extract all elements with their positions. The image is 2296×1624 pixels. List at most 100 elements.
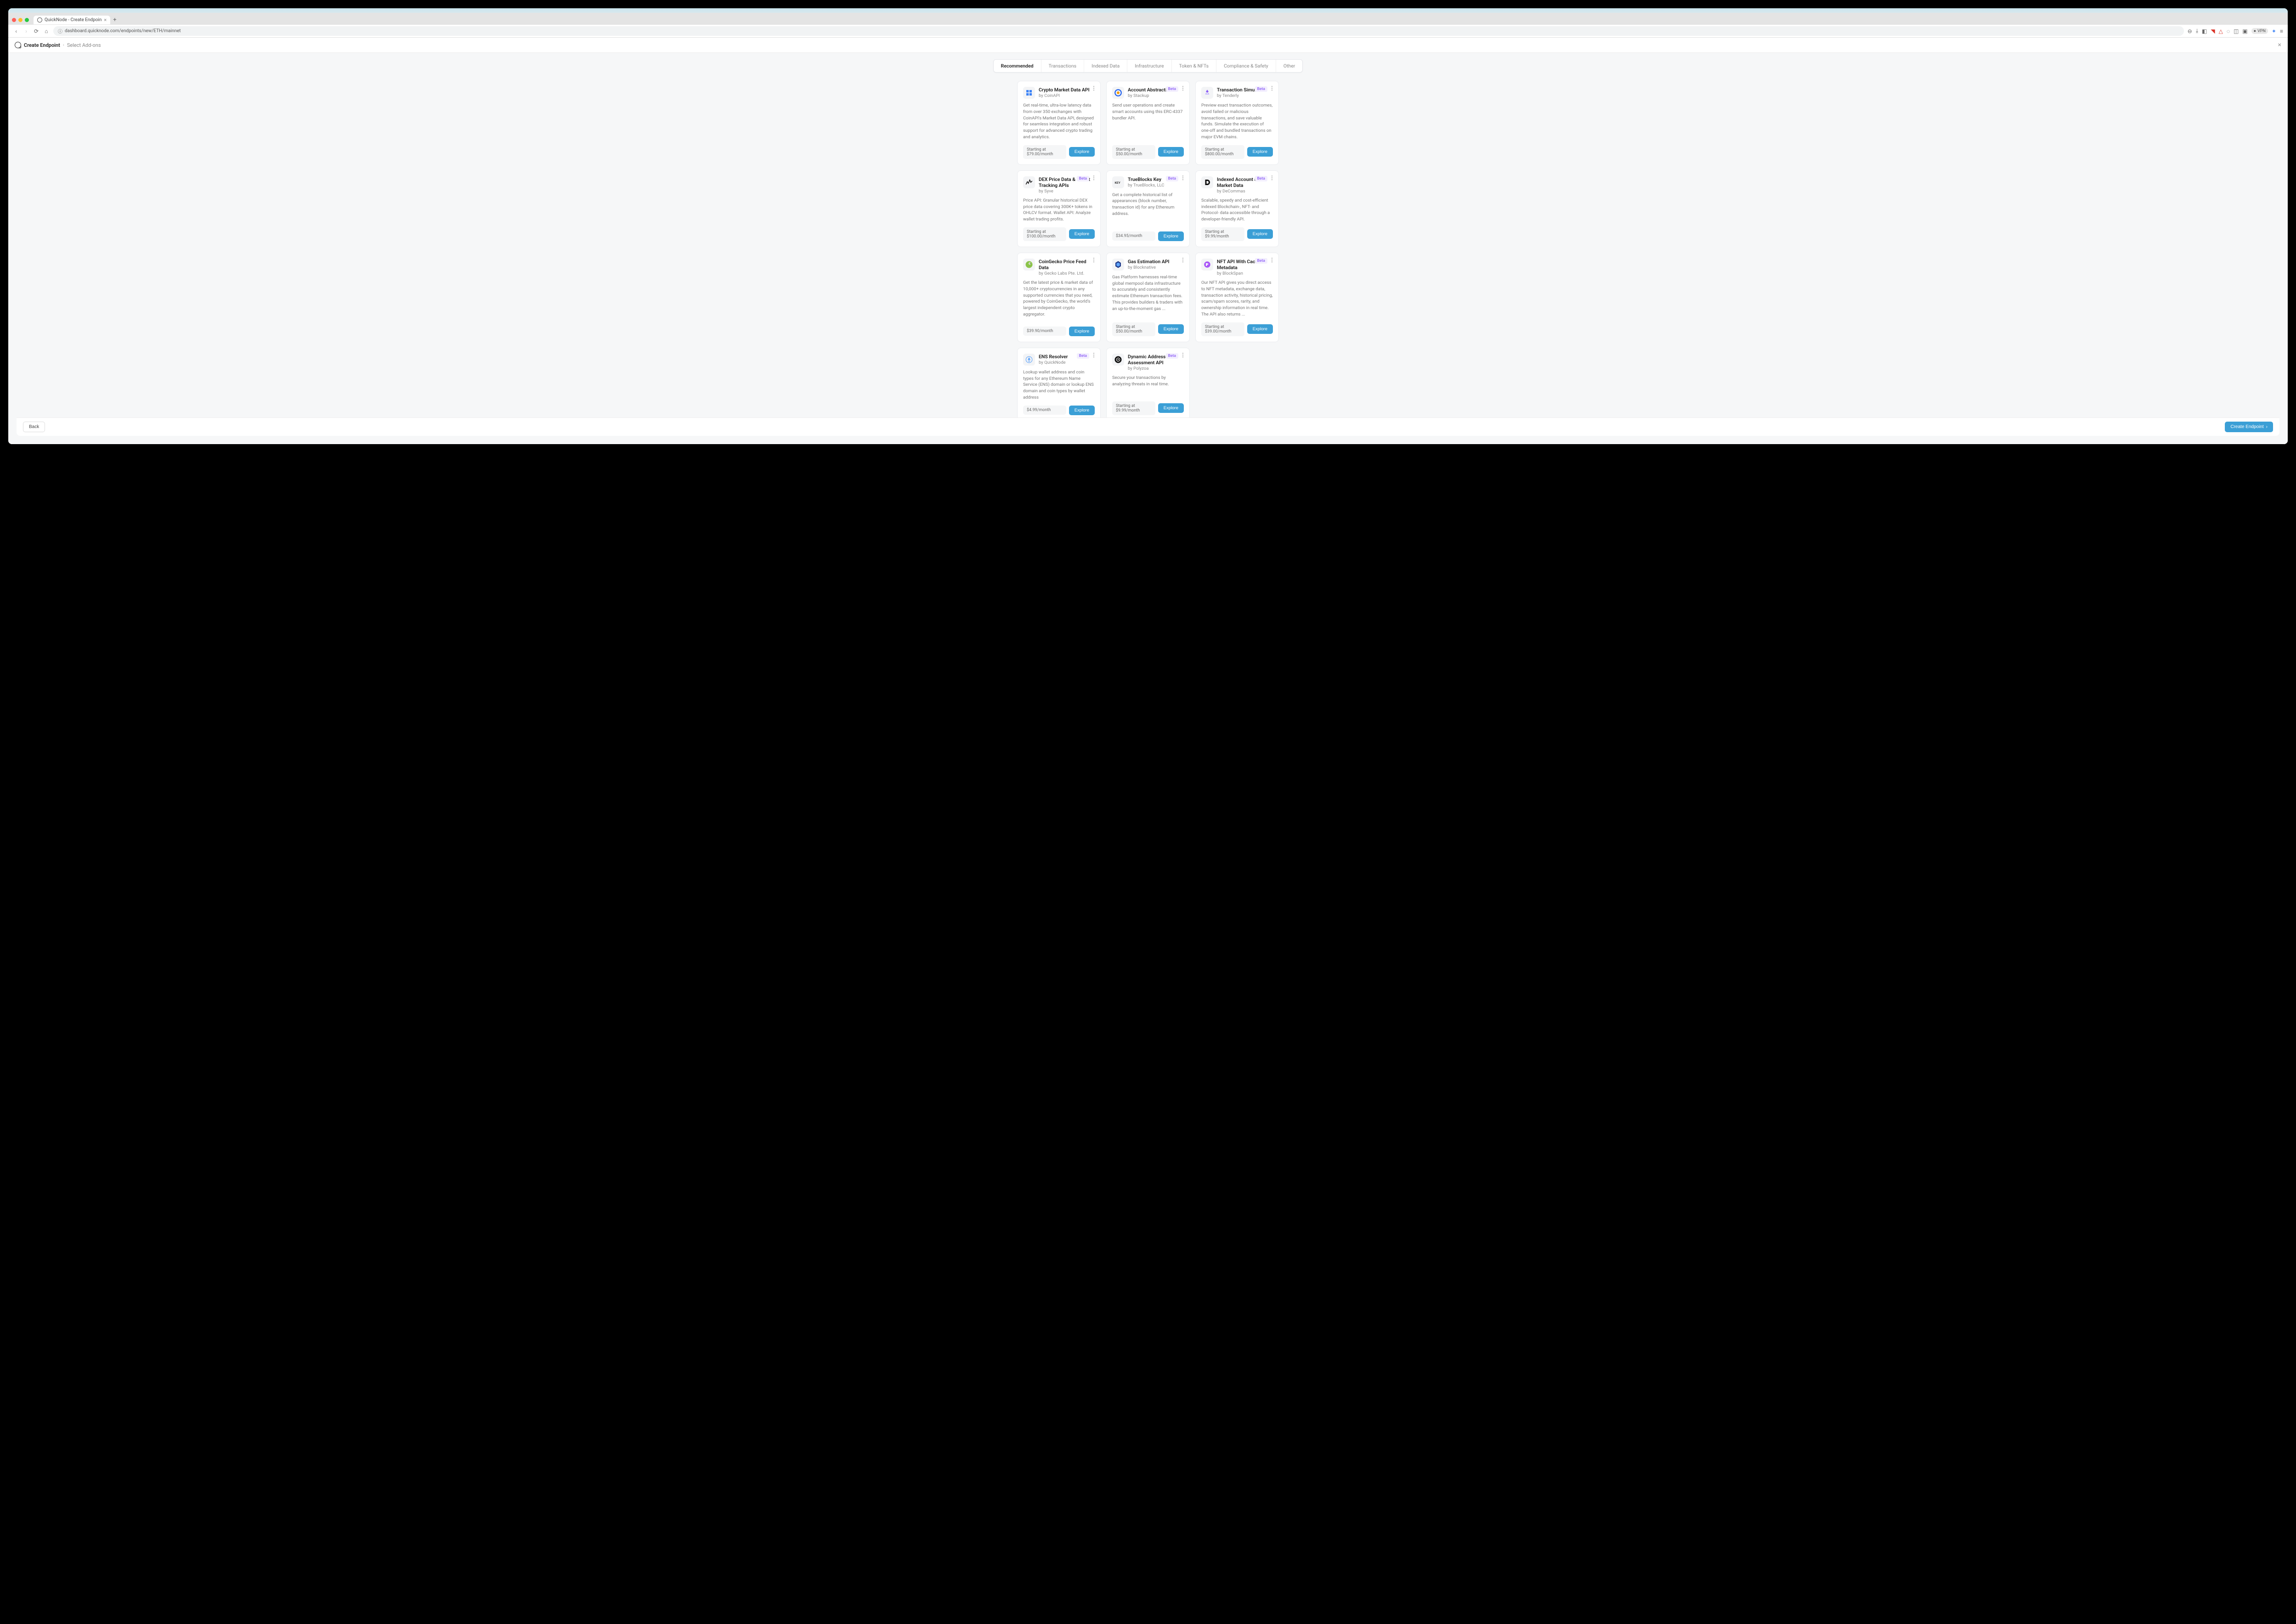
- back-icon[interactable]: ‹: [13, 28, 19, 34]
- breadcrumb-title[interactable]: Create Endpoint: [24, 42, 60, 48]
- more-icon[interactable]: ⋮: [1091, 85, 1097, 91]
- tab-transactions[interactable]: Transactions: [1041, 60, 1085, 72]
- close-icon[interactable]: ×: [2278, 41, 2281, 49]
- more-icon[interactable]: ⋮: [1091, 257, 1097, 263]
- zoom-icon[interactable]: ⊖: [2188, 28, 2192, 34]
- browser-toolbar: ‹ › ⟳ ⌂ ⓘ dashboard.quicknode.com/endpoi…: [8, 25, 2288, 38]
- addon-description: Scalable, speedy and cost-efficient inde…: [1201, 197, 1273, 223]
- explore-button[interactable]: Explore: [1069, 147, 1095, 157]
- addon-price: Starting at $50.00/month: [1112, 322, 1155, 336]
- addon-card: ⋮ Beta Dynamic Address Risk Assessment A…: [1106, 348, 1190, 421]
- favicon-icon: [37, 17, 42, 23]
- site-info-icon[interactable]: ⓘ: [58, 28, 62, 34]
- chevron-right-icon: ›: [2266, 424, 2268, 429]
- beta-badge: Beta: [1166, 176, 1178, 181]
- quicknode-logo-icon: [15, 42, 21, 48]
- addon-description: Gas Platform harnesses real-time global …: [1112, 274, 1184, 318]
- addon-description: Secure your transactions by analyzing th…: [1112, 375, 1184, 397]
- more-icon[interactable]: ⋮: [1180, 257, 1186, 263]
- more-icon[interactable]: ⋮: [1091, 175, 1097, 181]
- download-icon[interactable]: ⤓: [2196, 28, 2198, 34]
- addon-icon: [1112, 259, 1124, 271]
- home-icon[interactable]: ⌂: [43, 28, 50, 34]
- addon-icon: [1112, 87, 1124, 99]
- browser-tab[interactable]: QuickNode - Create Endpoin ×: [34, 16, 110, 24]
- breadcrumb-step: Select Add-ons: [67, 42, 101, 48]
- addon-description: Get real-time, ultra-low latency data fr…: [1023, 102, 1095, 141]
- chevron-right-icon: ›: [63, 43, 64, 48]
- addon-vendor: by QuickNode: [1039, 360, 1095, 365]
- explore-button[interactable]: Explore: [1069, 229, 1095, 239]
- tab-other[interactable]: Other: [1276, 60, 1303, 72]
- explore-button[interactable]: Explore: [1247, 229, 1273, 239]
- tab-infrastructure[interactable]: Infrastructure: [1127, 60, 1171, 72]
- window-controls[interactable]: [12, 18, 29, 22]
- address-bar[interactable]: ⓘ dashboard.quicknode.com/endpoints/new/…: [53, 26, 2184, 36]
- addon-icon: [1023, 176, 1035, 188]
- explore-button[interactable]: Explore: [1069, 406, 1095, 415]
- addon-description: Price API: Granular historical DEX price…: [1023, 197, 1095, 223]
- explore-button[interactable]: Explore: [1247, 324, 1273, 334]
- svg-text:KEY: KEY: [1115, 181, 1121, 185]
- extension-icon[interactable]: ◧: [2202, 28, 2207, 34]
- explore-button[interactable]: Explore: [1158, 324, 1184, 334]
- explore-button[interactable]: Explore: [1247, 147, 1273, 157]
- addon-card: ⋮ CoinGecko Price Feed Data by Gecko Lab…: [1017, 253, 1101, 342]
- beta-badge: Beta: [1166, 353, 1178, 359]
- more-icon[interactable]: ⋮: [1180, 85, 1186, 91]
- beta-badge: Beta: [1255, 176, 1267, 181]
- more-icon[interactable]: ⋮: [1180, 352, 1186, 358]
- addon-vendor: by Stackup: [1128, 93, 1184, 98]
- explore-button[interactable]: Explore: [1069, 327, 1095, 336]
- triangle-icon[interactable]: △: [2219, 28, 2223, 34]
- tab-compliance-safety[interactable]: Compliance & Safety: [1216, 60, 1276, 72]
- close-window-icon[interactable]: [12, 18, 16, 22]
- tab-recommended[interactable]: Recommended: [994, 60, 1041, 72]
- more-icon[interactable]: ⋮: [1269, 85, 1275, 91]
- tab-token-nfts[interactable]: Token & NFTs: [1172, 60, 1217, 72]
- addon-vendor: by Blocknative: [1128, 265, 1184, 270]
- maximize-window-icon[interactable]: [25, 18, 29, 22]
- panel-icon[interactable]: ◫: [2234, 28, 2239, 34]
- tab-indexed-data[interactable]: Indexed Data: [1084, 60, 1127, 72]
- back-button[interactable]: Back: [23, 422, 45, 432]
- addon-price: Starting at $800.00/month: [1201, 145, 1244, 159]
- explore-button[interactable]: Explore: [1158, 147, 1184, 157]
- addon-description: Preview exact transaction outcomes, avoi…: [1201, 102, 1273, 141]
- minimize-window-icon[interactable]: [18, 18, 23, 22]
- beta-badge: Beta: [1255, 86, 1267, 92]
- addon-icon: [1023, 259, 1035, 271]
- addon-price: Starting at $39.00/month: [1201, 322, 1244, 336]
- beta-badge: Beta: [1077, 176, 1089, 181]
- addon-description: Get the latest price & market data of 10…: [1023, 280, 1095, 322]
- beta-badge: Beta: [1255, 258, 1267, 264]
- category-tabs: RecommendedTransactionsIndexed DataInfra…: [8, 59, 2288, 73]
- addon-card: ⋮ Beta DEX Price Data & Wallet Tracking …: [1017, 170, 1101, 247]
- addon-icon: [1201, 259, 1213, 271]
- apps-icon[interactable]: ✦: [2272, 28, 2276, 34]
- explore-button[interactable]: Explore: [1158, 403, 1184, 413]
- profile-icon[interactable]: ◌: [2227, 28, 2230, 34]
- more-icon[interactable]: ⋮: [1180, 175, 1186, 181]
- addon-card: ⋮ Beta ENS Resolver by QuickNode Lookup …: [1017, 348, 1101, 421]
- tab-close-icon[interactable]: ×: [104, 17, 107, 23]
- menu-icon[interactable]: ≡: [2280, 28, 2283, 34]
- url-text: dashboard.quicknode.com/endpoints/new/ET…: [65, 28, 181, 34]
- more-icon[interactable]: ⋮: [1269, 257, 1275, 263]
- footer-bar: Back Create Endpoint ›: [17, 417, 2279, 436]
- beta-badge: Beta: [1166, 86, 1178, 92]
- notification-icon[interactable]: ◥: [2211, 28, 2215, 34]
- addon-card: ⋮ Beta KEY TrueBlocks Key by TrueBlocks,…: [1106, 170, 1190, 247]
- more-icon[interactable]: ⋮: [1269, 175, 1275, 181]
- addon-vendor: by TrueBlocks, LLC: [1128, 183, 1184, 188]
- addon-vendor: by CoinAPI: [1039, 93, 1095, 98]
- create-endpoint-button[interactable]: Create Endpoint ›: [2225, 422, 2273, 432]
- reload-icon[interactable]: ⟳: [33, 28, 39, 34]
- explore-button[interactable]: Explore: [1158, 231, 1184, 241]
- addon-icon: [1201, 176, 1213, 188]
- new-tab-button[interactable]: +: [113, 17, 116, 23]
- forward-icon[interactable]: ›: [23, 28, 29, 34]
- more-icon[interactable]: ⋮: [1091, 352, 1097, 358]
- vpn-badge[interactable]: ● VPN: [2251, 28, 2268, 34]
- sidepanel-icon[interactable]: ▣: [2242, 28, 2247, 34]
